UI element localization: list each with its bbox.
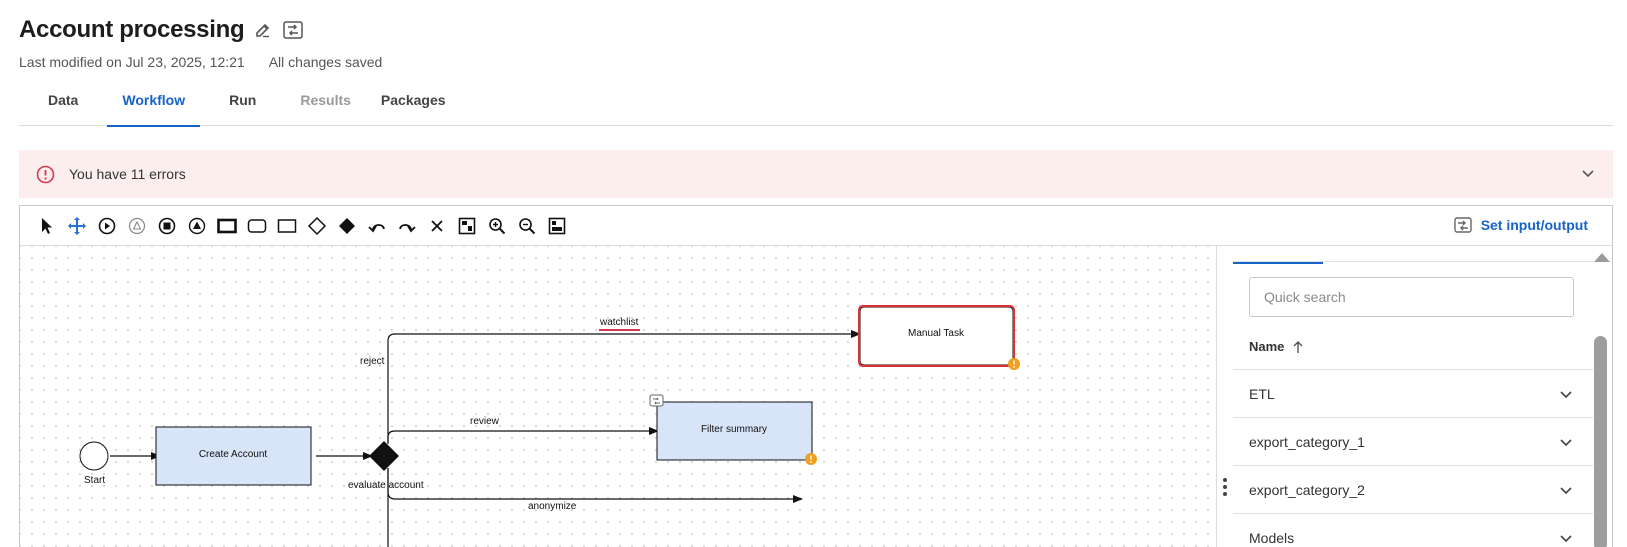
quick-search-input[interactable] xyxy=(1249,277,1574,317)
start-event-tool-icon[interactable] xyxy=(92,211,122,241)
error-alert-icon xyxy=(36,165,55,184)
intermediate-event-tool-icon[interactable] xyxy=(122,211,152,241)
start-event-node[interactable]: Start xyxy=(79,441,109,486)
create-account-label: Create Account xyxy=(199,449,268,460)
tab-packages[interactable]: Packages xyxy=(366,86,461,126)
task-io-icon xyxy=(649,394,664,407)
edge-label-anonymize: anonymize xyxy=(528,501,577,512)
workflow-editor: Set input/output reject watchlist review… xyxy=(19,205,1613,547)
chevron-down-icon[interactable] xyxy=(1559,387,1573,401)
list-item[interactable]: export_category_1 xyxy=(1233,418,1593,466)
filter-summary-label: Filter summary xyxy=(701,424,767,435)
redo-icon[interactable] xyxy=(392,211,422,241)
task-tool-icon[interactable] xyxy=(212,211,242,241)
scroll-up-arrow-icon[interactable] xyxy=(1594,253,1610,262)
fit-to-screen-icon[interactable] xyxy=(452,211,482,241)
list-item[interactable]: Models xyxy=(1233,514,1593,547)
edit-pencil-icon[interactable] xyxy=(254,21,272,39)
undo-icon[interactable] xyxy=(362,211,392,241)
end-event-tool-icon[interactable] xyxy=(152,211,182,241)
tab-run[interactable]: Run xyxy=(214,86,271,126)
side-active-tab-indicator[interactable] xyxy=(1233,260,1323,264)
main-tabs: Data Workflow Run Results Packages xyxy=(19,86,1613,127)
last-modified-text: Last modified on Jul 23, 2025, 12:21 xyxy=(19,54,245,70)
input-output-icon xyxy=(1453,217,1472,233)
input-output-icon[interactable] xyxy=(282,20,304,40)
edge-review[interactable] xyxy=(387,427,659,442)
list-item-label: Models xyxy=(1249,529,1295,546)
warning-icon[interactable] xyxy=(1008,358,1020,370)
chevron-down-icon[interactable] xyxy=(1559,483,1573,497)
select-tool-icon[interactable] xyxy=(32,211,62,241)
vertical-dots-resize-icon[interactable] xyxy=(1222,477,1228,502)
page-title: Account processing xyxy=(19,16,245,43)
subprocess-tool-icon[interactable] xyxy=(242,211,272,241)
diagram-canvas[interactable]: reject watchlist review anonymize Start … xyxy=(20,246,1216,547)
tab-data[interactable]: Data xyxy=(33,86,93,126)
set-input-output-label: Set input/output xyxy=(1480,217,1588,233)
error-banner[interactable]: You have 11 errors xyxy=(19,150,1613,198)
set-input-output-button[interactable]: Set input/output xyxy=(1453,216,1588,234)
edge-label-watchlist: watchlist xyxy=(599,317,639,328)
evaluate-account-gateway[interactable]: evaluate account xyxy=(348,441,424,491)
list-item[interactable]: export_category_2 xyxy=(1233,466,1593,514)
minimap-icon[interactable] xyxy=(542,211,572,241)
name-column-header[interactable]: Name xyxy=(1233,324,1593,370)
error-banner-text: You have 11 errors xyxy=(69,166,186,182)
pan-tool-icon[interactable] xyxy=(62,211,92,241)
chevron-down-icon[interactable] xyxy=(1581,166,1595,185)
annotation-tool-icon[interactable] xyxy=(272,211,302,241)
chevron-down-icon[interactable] xyxy=(1559,531,1573,545)
tab-workflow[interactable]: Workflow xyxy=(107,86,200,127)
parallel-gateway-tool-icon[interactable] xyxy=(332,211,362,241)
delete-x-icon[interactable] xyxy=(422,211,452,241)
list-item-label: export_category_2 xyxy=(1249,481,1365,498)
edge-label-reject: reject xyxy=(360,356,385,367)
tab-results[interactable]: Results xyxy=(285,86,366,126)
edge-label-review: review xyxy=(470,416,500,427)
list-item-label: export_category_1 xyxy=(1249,433,1365,450)
list-item-label: ETL xyxy=(1249,385,1275,402)
warning-icon[interactable] xyxy=(805,453,817,465)
edge-anonymize[interactable] xyxy=(387,468,803,503)
canvas-divider xyxy=(1216,246,1217,547)
side-panel: Name ETL export_category_1 export_catego… xyxy=(1233,246,1613,547)
zoom-in-icon[interactable] xyxy=(482,211,512,241)
list-item[interactable]: ETL xyxy=(1233,370,1593,418)
scrollbar-thumb[interactable] xyxy=(1594,336,1607,547)
manual-task-label: Manual Task xyxy=(908,328,965,339)
name-header-label: Name xyxy=(1249,339,1285,354)
start-event-label: Start xyxy=(84,475,105,486)
save-status-text: All changes saved xyxy=(268,54,383,70)
zoom-out-icon[interactable] xyxy=(512,211,542,241)
filter-summary-task[interactable]: Filter summary xyxy=(649,394,817,465)
sort-ascending-icon[interactable] xyxy=(1292,340,1304,354)
gateway-label: evaluate account xyxy=(348,480,424,491)
exclusive-gateway-tool-icon[interactable] xyxy=(302,211,332,241)
chevron-down-icon[interactable] xyxy=(1559,435,1573,449)
diagram-toolbar: Set input/output xyxy=(20,206,1612,246)
manual-task-node[interactable]: Manual Task xyxy=(858,305,1020,370)
create-account-task[interactable]: Create Account xyxy=(155,426,312,486)
signal-event-tool-icon[interactable] xyxy=(182,211,212,241)
